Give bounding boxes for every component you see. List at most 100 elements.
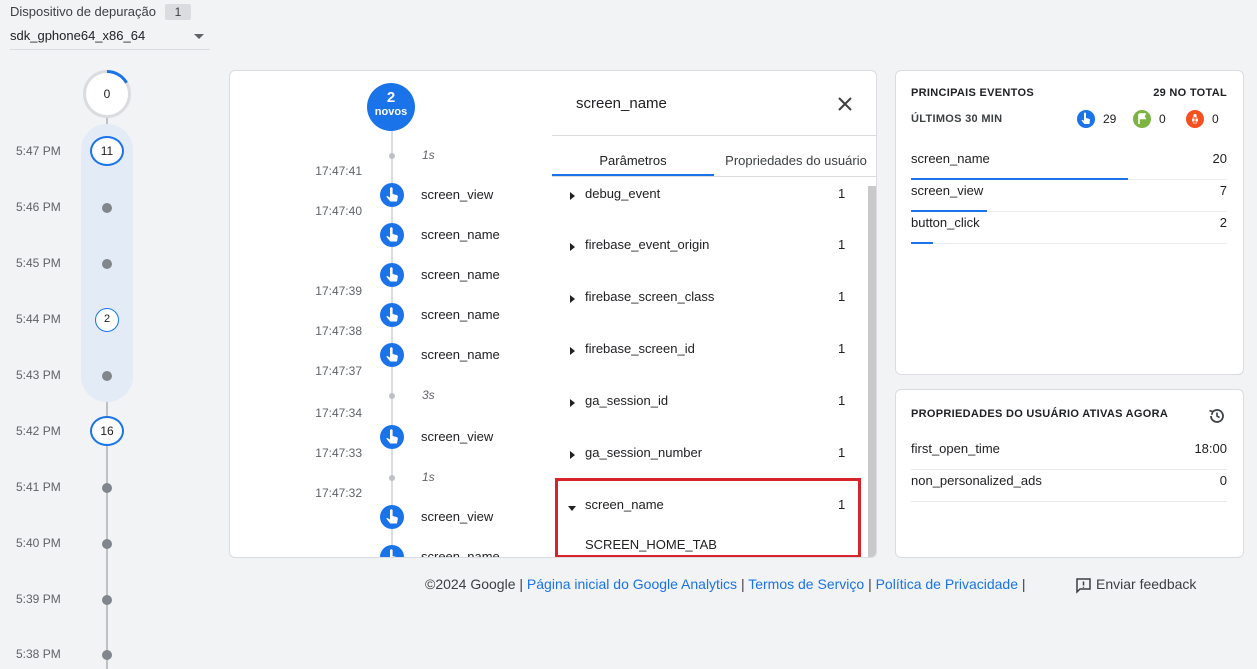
event-timestamp: 17:47:34 xyxy=(315,406,362,420)
minute-dot xyxy=(102,259,112,269)
param-row[interactable]: firebase_event_origin 1 xyxy=(552,237,862,263)
debug-device-select[interactable]: sdk_gphone64_x86_64 xyxy=(10,26,210,50)
tab-parameters[interactable]: Parâmetros xyxy=(552,153,714,168)
expand-arrow-icon xyxy=(570,451,575,459)
privacy-link[interactable]: Política de Privacidade xyxy=(876,576,1018,592)
event-item[interactable]: screen_view xyxy=(370,423,550,451)
touch-icon xyxy=(380,223,404,247)
top-event-name: screen_name xyxy=(911,151,990,166)
divider xyxy=(552,176,876,177)
user-properties-title: PROPRIEDADES DO USUÁRIO ATIVAS AGORA xyxy=(911,408,1169,420)
time-gap: 1s xyxy=(422,470,435,484)
user-property-value: 0 xyxy=(1219,473,1227,488)
top-event-name: button_click xyxy=(911,215,980,230)
param-row[interactable]: firebase_screen_id 1 xyxy=(552,341,862,367)
touch-icon xyxy=(380,545,404,557)
event-detail-title: screen_name xyxy=(576,95,667,112)
top-event-row[interactable]: button_click 2 xyxy=(911,212,1227,244)
minute-row[interactable]: 5:47 PM 11 xyxy=(0,136,220,166)
event-name: screen_view xyxy=(421,429,494,444)
minute-time: 5:44 PM xyxy=(16,312,61,326)
event-item[interactable]: screen_view xyxy=(370,503,550,531)
event-item[interactable]: screen_view xyxy=(370,181,550,209)
event-timestamp: 17:47:32 xyxy=(315,486,362,500)
touch-icon xyxy=(380,263,404,287)
gap-dot xyxy=(389,475,395,481)
param-row[interactable]: ga_session_id 1 xyxy=(552,393,862,419)
minute-time: 5:39 PM xyxy=(16,592,61,606)
event-item[interactable]: screen_name xyxy=(370,221,550,249)
time-gap: 1s xyxy=(422,148,435,162)
event-item[interactable]: screen_name xyxy=(370,341,550,369)
minute-event-count: 2 xyxy=(95,308,119,332)
gap-dot xyxy=(389,153,395,159)
expand-arrow-icon xyxy=(570,192,575,200)
param-name: firebase_screen_id xyxy=(585,341,695,356)
expand-arrow-icon xyxy=(570,399,575,407)
new-events-button[interactable]: 2 novos xyxy=(367,83,415,131)
event-item[interactable]: screen_name xyxy=(370,301,550,329)
tab-user-properties[interactable]: Propriedades do usuário xyxy=(714,153,876,168)
user-property-name: non_personalized_ads xyxy=(911,473,1042,488)
event-timestamp: 17:47:39 xyxy=(315,284,362,298)
param-row[interactable]: ga_session_number 1 xyxy=(552,445,862,471)
minute-event-count: 11 xyxy=(90,136,124,166)
time-gap: 3s xyxy=(422,388,435,402)
minute-row[interactable]: 5:46 PM xyxy=(0,192,220,222)
expand-arrow-icon xyxy=(570,295,575,303)
minute-row[interactable]: 5:41 PM xyxy=(0,472,220,502)
minute-row[interactable]: 5:44 PM 2 xyxy=(0,304,220,334)
user-properties-card: PROPRIEDADES DO USUÁRIO ATIVAS AGORA fir… xyxy=(895,389,1244,558)
event-name: screen_name xyxy=(421,549,500,558)
event-stream-panel: 2 novos 1s 3s 1s 17:47:41 17:47:40 17:47… xyxy=(229,70,877,558)
event-name: screen_name xyxy=(421,267,500,282)
expand-arrow-icon xyxy=(570,347,575,355)
scrollbar-thumb[interactable] xyxy=(868,186,876,557)
user-property-row: first_open_time 18:00 xyxy=(911,438,1227,470)
top-events-total: 29 NO TOTAL xyxy=(1153,87,1227,99)
param-row[interactable]: firebase_screen_class 1 xyxy=(552,289,862,315)
event-item[interactable]: screen_name xyxy=(370,543,550,558)
touch-icon xyxy=(380,425,404,449)
touch-icon xyxy=(380,303,404,327)
history-icon[interactable] xyxy=(1207,406,1227,426)
event-timestamp: 17:47:41 xyxy=(315,164,362,178)
event-name: screen_view xyxy=(421,187,494,202)
seconds-counter: 0 xyxy=(83,70,131,118)
new-events-count: 2 xyxy=(386,89,396,106)
top-event-row[interactable]: screen_view 7 xyxy=(911,180,1227,212)
highlight-box xyxy=(555,478,861,557)
user-property-row: non_personalized_ads 0 xyxy=(911,470,1227,502)
param-name: firebase_event_origin xyxy=(585,237,710,252)
minute-dot xyxy=(102,595,112,605)
minute-time: 5:41 PM xyxy=(16,480,61,494)
analytics-home-link[interactable]: Página inicial do Google Analytics xyxy=(527,576,737,592)
param-row[interactable]: debug_event 1 xyxy=(552,186,862,212)
events-kpi-value: 29 xyxy=(1103,112,1117,126)
event-name: screen_name xyxy=(421,227,500,242)
minute-row[interactable]: 5:43 PM xyxy=(0,360,220,390)
terms-link[interactable]: Termos de Serviço xyxy=(748,576,864,592)
minute-row[interactable]: 5:39 PM xyxy=(0,584,220,614)
touch-icon xyxy=(1077,110,1095,128)
divider xyxy=(552,135,876,136)
param-count: 1 xyxy=(838,289,846,304)
minute-row[interactable]: 5:42 PM 16 xyxy=(0,416,220,446)
minute-row[interactable]: 5:38 PM xyxy=(0,639,220,669)
debug-device-count-badge: 1 xyxy=(165,4,191,20)
close-icon[interactable] xyxy=(834,93,856,115)
minute-time: 5:43 PM xyxy=(16,368,61,382)
param-name: firebase_screen_class xyxy=(585,289,715,304)
event-item[interactable]: screen_name xyxy=(370,261,550,289)
param-count: 1 xyxy=(838,341,846,356)
event-timestamp: 17:47:38 xyxy=(315,324,362,338)
seconds-progress-icon xyxy=(106,70,128,84)
minute-time: 5:42 PM xyxy=(16,424,61,438)
bug-icon xyxy=(1186,110,1204,128)
top-events-period: ÚLTIMOS 30 MIN xyxy=(911,113,1003,125)
minute-row[interactable]: 5:40 PM xyxy=(0,528,220,558)
minute-time: 5:45 PM xyxy=(16,256,61,270)
minute-row[interactable]: 5:45 PM xyxy=(0,248,220,278)
user-property-name: first_open_time xyxy=(911,441,1000,456)
top-event-row[interactable]: screen_name 20 xyxy=(911,148,1227,180)
